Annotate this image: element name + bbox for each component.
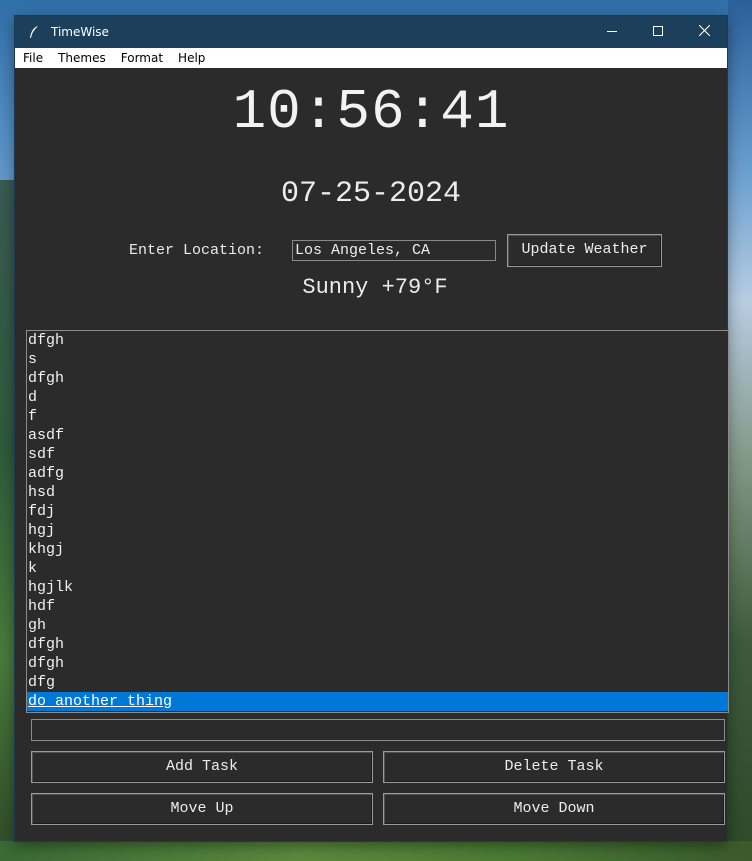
window-title: TimeWise xyxy=(51,25,109,39)
task-item[interactable]: fdj xyxy=(27,502,728,521)
location-input[interactable]: Los Angeles, CA xyxy=(292,240,496,261)
update-weather-button[interactable]: Update Weather xyxy=(507,234,662,267)
menu-bar: File Themes Format Help xyxy=(15,48,727,68)
maximize-icon xyxy=(653,23,663,41)
task-item[interactable]: khgj xyxy=(27,540,728,559)
feather-icon xyxy=(27,25,41,39)
task-item[interactable]: dfgh xyxy=(27,635,728,654)
close-button[interactable] xyxy=(681,16,727,48)
task-item[interactable]: adfg xyxy=(27,464,728,483)
close-icon xyxy=(698,23,710,41)
task-item[interactable]: hgj xyxy=(27,521,728,540)
task-item[interactable]: s xyxy=(27,350,728,369)
task-item[interactable]: hgjlk xyxy=(27,578,728,597)
task-list[interactable]: dfgh s dfgh d f asdf sdf adfg hsd fdj hgj khgj k hgjl… xyxy=(26,330,729,713)
title-bar[interactable]: TimeWise xyxy=(15,16,727,48)
app-window: TimeWise File Themes Format Help 10:56:4… xyxy=(15,16,729,841)
task-item[interactable]: hdf xyxy=(27,597,728,616)
date-display: 07-25-2024 xyxy=(280,177,462,211)
location-label: Enter Location: xyxy=(129,242,265,259)
task-item[interactable]: dfg xyxy=(27,673,728,692)
task-item[interactable]: dfgh xyxy=(27,331,728,350)
menu-themes[interactable]: Themes xyxy=(50,48,113,68)
minimize-icon xyxy=(607,23,617,41)
task-item[interactable]: f xyxy=(27,407,728,426)
menu-file[interactable]: File xyxy=(15,48,50,68)
desktop-background-right xyxy=(728,0,752,861)
main-content: 10:56:41 07-25-2024 Enter Location: Los … xyxy=(15,68,729,841)
move-up-button[interactable]: Move Up xyxy=(31,793,373,825)
task-item[interactable]: hsd xyxy=(27,483,728,502)
desktop-background-left xyxy=(0,180,16,861)
task-item[interactable]: k xyxy=(27,559,728,578)
task-item[interactable]: dfgh xyxy=(27,369,728,388)
maximize-button[interactable] xyxy=(635,16,681,48)
task-item[interactable]: do another thing xyxy=(27,692,728,711)
menu-help[interactable]: Help xyxy=(170,48,212,68)
delete-task-button[interactable]: Delete Task xyxy=(383,751,725,783)
task-item[interactable]: gh xyxy=(27,616,728,635)
minimize-button[interactable] xyxy=(589,16,635,48)
new-task-input[interactable] xyxy=(31,719,725,741)
task-item[interactable]: dfgh xyxy=(27,654,728,673)
add-task-button[interactable]: Add Task xyxy=(31,751,373,783)
desktop-background-bottom xyxy=(0,841,752,861)
task-item[interactable]: asdf xyxy=(27,426,728,445)
clock-display: 10:56:41 xyxy=(232,80,510,144)
task-item[interactable]: d xyxy=(27,388,728,407)
weather-status: Sunny +79°F xyxy=(302,275,448,300)
task-item[interactable]: sdf xyxy=(27,445,728,464)
menu-format[interactable]: Format xyxy=(113,48,170,68)
move-down-button[interactable]: Move Down xyxy=(383,793,725,825)
